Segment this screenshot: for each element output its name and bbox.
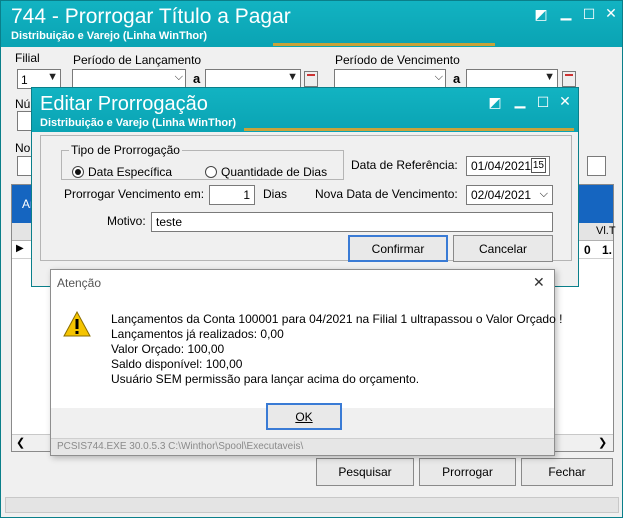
data-referencia-value: 01/04/2021 — [471, 159, 532, 173]
scroll-left-icon[interactable]: ❮ — [16, 436, 25, 449]
dias-label: Dias — [263, 187, 288, 201]
alert-title: Atenção — [57, 276, 102, 290]
edit-dialog-title: Editar Prorrogação — [40, 93, 208, 115]
vencimento-a-label: a — [453, 71, 461, 86]
prorrogar-button[interactable]: Prorrogar — [419, 458, 516, 486]
title-accent-line — [273, 43, 495, 46]
periodo-lancamento-label: Período de Lançamento — [73, 53, 202, 67]
editar-prorrogacao-dialog: Editar Prorrogação Distribuição e Varejo… — [31, 87, 579, 287]
close-icon[interactable]: ✕ — [556, 94, 574, 108]
fechar-button[interactable]: Fechar — [521, 458, 613, 486]
row-pointer-icon: ▶ — [16, 243, 24, 254]
title-accent-line — [244, 128, 574, 131]
edit-form-panel: Tipo de Prorrogação Data Específica Quan… — [40, 135, 572, 262]
vencimento-inicio-date[interactable]: ⌵ — [334, 69, 446, 89]
tipo-prorrogacao-label: Tipo de Prorrogação — [69, 143, 182, 157]
motivo-label: Motivo: — [107, 214, 146, 228]
lancamento-inicio-date[interactable]: ⌵ — [72, 69, 186, 89]
close-icon[interactable]: ✕ — [533, 274, 545, 291]
restore-icon[interactable]: ◩ — [486, 95, 504, 109]
radio-quantidade-dias-label: Quantidade de Dias — [221, 165, 328, 179]
vencimento-fim-date[interactable]: ▼ — [466, 69, 558, 89]
cancelar-button[interactable]: Cancelar — [453, 235, 553, 262]
radio-data-especifica[interactable] — [72, 166, 84, 178]
alert-line-1: Lançamentos da Conta 100001 para 04/2021… — [111, 312, 563, 326]
grid-cell-value: 1. — [602, 243, 613, 257]
edit-dialog-subtitle: Distribuição e Varejo (Linha WinThor) — [40, 117, 237, 129]
alert-line-2: Lançamentos já realizados: 0,00 — [111, 327, 284, 341]
maximize-icon[interactable]: ☐ — [534, 95, 552, 109]
motivo-input[interactable]: teste — [151, 212, 553, 232]
close-icon[interactable]: ✕ — [602, 6, 620, 20]
numero-label: Nú — [15, 97, 31, 111]
main-window-subtitle: Distribuição e Varejo (Linha WinThor) — [11, 30, 208, 42]
right-input[interactable] — [587, 156, 606, 176]
grid-cell-zero: 0 — [584, 243, 591, 257]
data-referencia-label: Data de Referência: — [351, 158, 458, 172]
calendar-icon[interactable] — [304, 71, 318, 87]
nova-data-label: Nova Data de Vencimento: — [315, 187, 458, 201]
alert-footer: OK — [51, 403, 554, 440]
data-referencia-field[interactable]: 01/04/2021 15 — [466, 156, 550, 176]
warning-icon — [63, 311, 91, 337]
chevron-down-icon[interactable]: ⌵ — [175, 71, 183, 84]
lancamento-a-label: a — [193, 71, 201, 86]
minimize-icon[interactable]: ▁ — [557, 5, 575, 19]
atencao-alert-dialog: Atenção ✕ Lançamentos da Conta 100001 pa… — [50, 269, 562, 456]
filial-value: 1 — [21, 73, 28, 87]
pesquisar-button[interactable]: Pesquisar — [316, 458, 414, 486]
radio-data-especifica-label: Data Específica — [88, 165, 173, 179]
minimize-icon[interactable]: ▁ — [511, 93, 529, 107]
main-title-bar[interactable]: 744 - Prorrogar Título a Pagar Distribui… — [1, 1, 622, 47]
alert-status-text: PCSIS744.EXE 30.0.5.3 C:\Winthor\Spool\E… — [51, 438, 554, 455]
alert-body: Lançamentos da Conta 100001 para 04/2021… — [51, 297, 562, 408]
chevron-down-icon[interactable]: ⌵ — [435, 71, 443, 84]
status-bar — [5, 497, 619, 513]
nova-data-value: 02/04/2021 — [471, 188, 532, 202]
filial-label: Filial — [15, 51, 40, 65]
radio-quantidade-dias[interactable] — [205, 166, 217, 178]
periodo-vencimento-label: Período de Vencimento — [335, 53, 460, 67]
chevron-down-icon[interactable]: ▼ — [287, 71, 298, 83]
scroll-right-icon[interactable]: ❯ — [598, 436, 607, 449]
alert-title-bar[interactable]: Atenção ✕ — [51, 270, 554, 297]
calendar-icon[interactable] — [562, 71, 576, 87]
chevron-down-icon[interactable]: ⌵ — [540, 188, 548, 201]
grid-col-vlt: Vl.T — [596, 225, 616, 237]
alert-line-3: Valor Orçado: 100,00 — [111, 342, 225, 356]
nova-data-field[interactable]: 02/04/2021 ⌵ — [466, 185, 553, 205]
ok-button[interactable]: OK — [266, 403, 342, 430]
filial-select[interactable]: 1 ▼ — [17, 69, 61, 89]
main-window-title: 744 - Prorrogar Título a Pagar — [11, 5, 291, 28]
maximize-icon[interactable]: ☐ — [580, 7, 598, 21]
prorrogar-vencimento-label: Prorrogar Vencimento em: — [64, 187, 205, 201]
alert-line-5: Usuário SEM permissão para lançar acima … — [111, 372, 420, 386]
lancamento-fim-date[interactable]: ▼ — [205, 69, 301, 89]
prorrogar-dias-input[interactable]: 1 — [209, 185, 255, 205]
alert-line-4: Saldo disponível: 100,00 — [111, 357, 243, 371]
nota-label: No — [15, 141, 31, 155]
chevron-down-icon[interactable]: ▼ — [544, 71, 555, 83]
chevron-down-icon[interactable]: ▼ — [47, 71, 58, 83]
restore-icon[interactable]: ◩ — [532, 7, 550, 21]
edit-title-bar[interactable]: Editar Prorrogação Distribuição e Varejo… — [32, 88, 578, 132]
confirmar-button[interactable]: Confirmar — [348, 235, 448, 262]
calendar-icon[interactable]: 15 — [530, 158, 546, 173]
